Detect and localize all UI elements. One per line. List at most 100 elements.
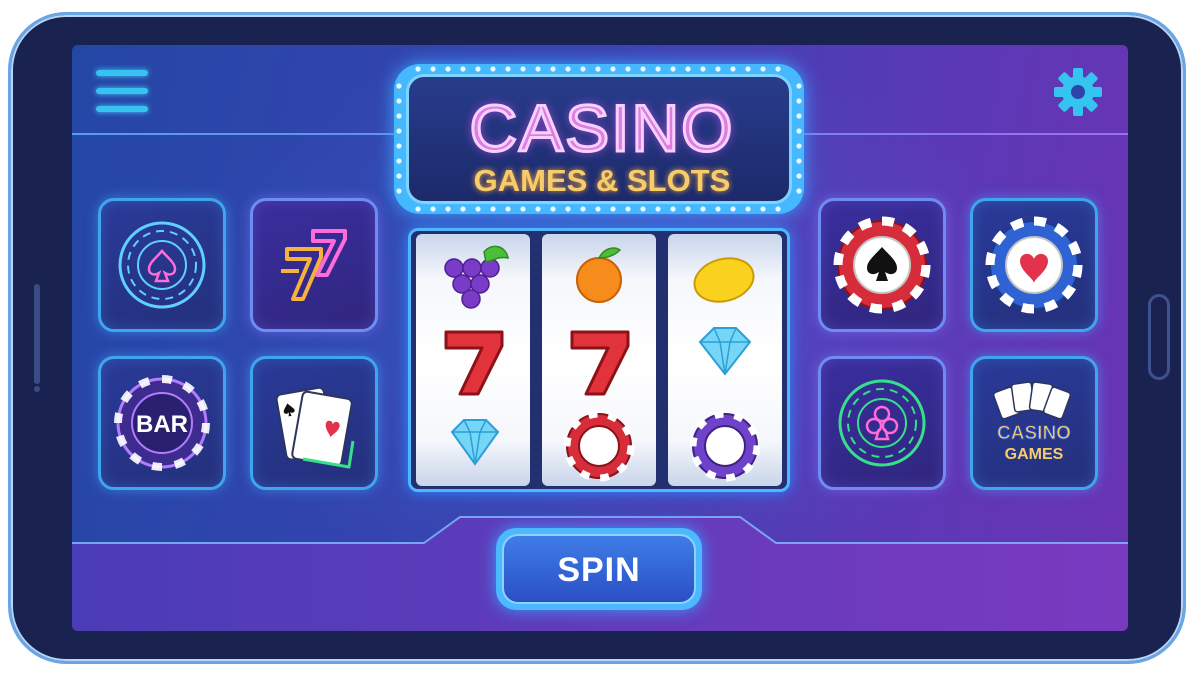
spin-button[interactable]: SPIN (496, 528, 702, 610)
marquee-bulb (610, 206, 616, 212)
marquee-bulb (796, 173, 802, 179)
tile-blue-heart-chip[interactable] (970, 198, 1098, 332)
tile-casino-games[interactable]: CASINO GAMES (970, 356, 1098, 490)
marquee-bulbs (396, 66, 802, 212)
spin-button-label: SPIN (557, 551, 641, 589)
marquee-bulb (430, 66, 436, 72)
marquee-bulb (565, 206, 571, 212)
marquee-bulb (685, 206, 691, 212)
marquee-bulb (520, 66, 526, 72)
marquee-bulb (640, 66, 646, 72)
marquee-bulb (796, 128, 802, 134)
marquee-bulb (535, 206, 541, 212)
red-chip-icon (563, 410, 635, 482)
tablet-home-button (1148, 294, 1170, 380)
marquee-bulb (580, 206, 586, 212)
marquee-bulb (475, 206, 481, 212)
marquee-bulb (730, 66, 736, 72)
marquee-bulb (415, 206, 421, 212)
marquee-bulb (670, 206, 676, 212)
marquee-bulb (796, 143, 802, 149)
marquee-bulb (775, 206, 781, 212)
marquee-bulb (715, 66, 721, 72)
marquee-bulb (430, 206, 436, 212)
seven-icon (444, 330, 504, 396)
marquee-bulb (445, 66, 451, 72)
marquee-bulb (655, 66, 661, 72)
lemon-icon (693, 257, 755, 303)
playing-cards-icon (275, 386, 355, 469)
marquee-bulb (490, 206, 496, 212)
tile-club-chip[interactable] (818, 356, 946, 490)
marquee-bulb (415, 66, 421, 72)
tile-spade-chip[interactable] (98, 198, 226, 332)
tablet-side-button (34, 284, 40, 384)
hamburger-menu-icon[interactable] (96, 70, 148, 112)
marquee-bulb (775, 66, 781, 72)
marquee-bulb (595, 206, 601, 212)
marquee-bulb (745, 206, 751, 212)
club-chip-icon (838, 379, 926, 467)
tile-lucky-sevens[interactable] (250, 198, 378, 332)
spade-chip-icon (118, 221, 206, 309)
diamond-icon (450, 419, 500, 466)
marquee-bulb (396, 173, 402, 179)
marquee-bulb (796, 83, 802, 89)
gear-icon[interactable] (1052, 66, 1104, 118)
marquee-bulb (700, 66, 706, 72)
marquee-bulb (565, 66, 571, 72)
tile-red-spade-chip[interactable] (818, 198, 946, 332)
casino-games-icon: CASINO GAMES (992, 381, 1071, 463)
marquee-bulb (760, 66, 766, 72)
marquee-bulb (505, 206, 511, 212)
marquee-bulb (396, 113, 402, 119)
marquee-bulb (715, 206, 721, 212)
reel-3 (668, 234, 782, 486)
marquee-bulb (796, 158, 802, 164)
marquee-bulb (520, 206, 526, 212)
marquee-bulb (796, 113, 802, 119)
marquee-bulb (490, 66, 496, 72)
casino-games-label-top: CASINO (997, 423, 1071, 444)
marquee-bulb (460, 206, 466, 212)
marquee-bulb (760, 206, 766, 212)
marquee-bulb (796, 188, 802, 194)
marquee-bulb (505, 66, 511, 72)
marquee-bulb (796, 98, 802, 104)
marquee-bulb (460, 66, 466, 72)
marquee-bulb (625, 66, 631, 72)
seven-icon (570, 330, 630, 396)
marquee-bulb (475, 66, 481, 72)
marquee-bulb (730, 206, 736, 212)
blue-heart-chip-icon (985, 216, 1083, 314)
tile-bar-chip[interactable]: BAR (98, 356, 226, 490)
marquee-bulb (396, 98, 402, 104)
marquee-bulb (595, 66, 601, 72)
marquee-bulb (685, 66, 691, 72)
marquee-bulb (700, 206, 706, 212)
casino-sign: CASINO GAMES & SLOTS (394, 64, 804, 214)
marquee-bulb (670, 66, 676, 72)
marquee-bulb (640, 206, 646, 212)
marquee-bulb (610, 66, 616, 72)
reel-1 (416, 234, 530, 486)
red-spade-chip-icon (833, 216, 931, 314)
marquee-bulb (535, 66, 541, 72)
marquee-bulb (625, 206, 631, 212)
marquee-bulb (550, 206, 556, 212)
purple-chip-icon (689, 410, 761, 482)
diamond-icon (698, 327, 752, 376)
grapes-icon (444, 245, 509, 309)
marquee-bulb (445, 206, 451, 212)
orange-icon (576, 247, 622, 303)
marquee-bulb (655, 206, 661, 212)
marquee-bulb (396, 158, 402, 164)
tile-playing-cards[interactable] (250, 356, 378, 490)
bar-chip-icon: BAR (114, 375, 210, 471)
marquee-bulb (580, 66, 586, 72)
marquee-bulb (396, 83, 402, 89)
lucky-sevens-icon (281, 229, 347, 301)
tablet-sensor-dot (34, 386, 40, 392)
marquee-bulb (550, 66, 556, 72)
marquee-bulb (396, 128, 402, 134)
